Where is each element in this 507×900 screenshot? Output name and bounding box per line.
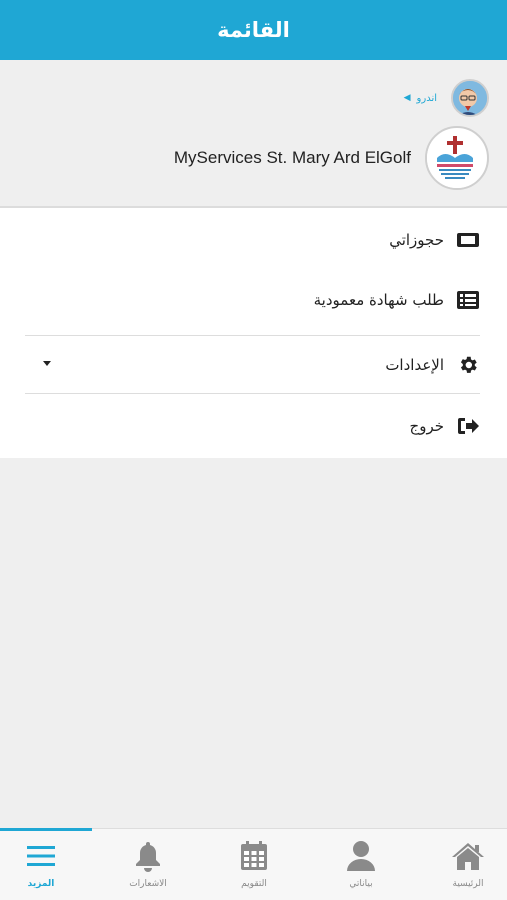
bottom-tab-bar: المزيد الاشعارات التقويم بياناتي الرئيسي… [0,828,507,900]
bell-icon [131,839,165,873]
tab-notifications[interactable]: الاشعارات [103,839,193,897]
sign-out-icon [456,414,480,438]
chevron-down-icon[interactable] [43,361,51,366]
tab-label: الاشعارات [129,879,167,889]
app-header: القائمة [0,0,507,60]
divider [25,393,480,394]
church-logo-icon [425,126,489,190]
user-switcher[interactable]: اندرو ◀ [404,78,489,118]
list-icon [456,288,480,312]
tab-home[interactable]: الرئيسية [423,839,507,897]
menu-item-settings[interactable]: الإعدادات [25,335,480,395]
tab-label: بياناتي [349,879,373,889]
user-icon [344,839,378,873]
tab-calendar[interactable]: التقويم [209,839,299,897]
menu-item-reservations[interactable]: حجوزاتي [25,210,480,270]
gear-icon [456,353,480,377]
ticket-icon [456,228,480,252]
user-name[interactable]: اندرو [417,93,437,104]
side-menu: حجوزاتي طلب شهادة معمودية الإعدادات خروج [0,208,507,458]
menu-item-label: طلب شهادة معمودية [313,291,444,309]
tab-label: التقويم [241,879,267,889]
menu-item-logout[interactable]: خروج [25,396,480,456]
menu-item-baptism-certificate[interactable]: طلب شهادة معمودية [25,270,480,330]
service-name[interactable]: MyServices St. Mary Ard ElGolf [174,148,411,168]
calendar-icon [237,839,271,873]
menu-item-label: خروج [409,417,444,435]
tab-label: المزيد [27,879,55,889]
service-row[interactable]: MyServices St. Mary Ard ElGolf [174,126,489,190]
avatar[interactable] [451,79,489,117]
active-tab-indicator [0,828,92,831]
menu-icon [24,839,58,873]
home-icon [451,839,485,873]
tab-more[interactable]: المزيد [0,839,86,897]
tab-my-profile[interactable]: بياناتي [316,839,406,897]
menu-item-label: الإعدادات [385,356,444,374]
menu-item-label: حجوزاتي [389,231,444,249]
caret-left-icon[interactable]: ◀ [404,93,411,103]
tab-label: الرئيسية [452,879,484,889]
profile-section: اندرو ◀ MyServices St. Mary Ard ElGolf [0,60,507,208]
page-title: القائمة [217,18,290,42]
